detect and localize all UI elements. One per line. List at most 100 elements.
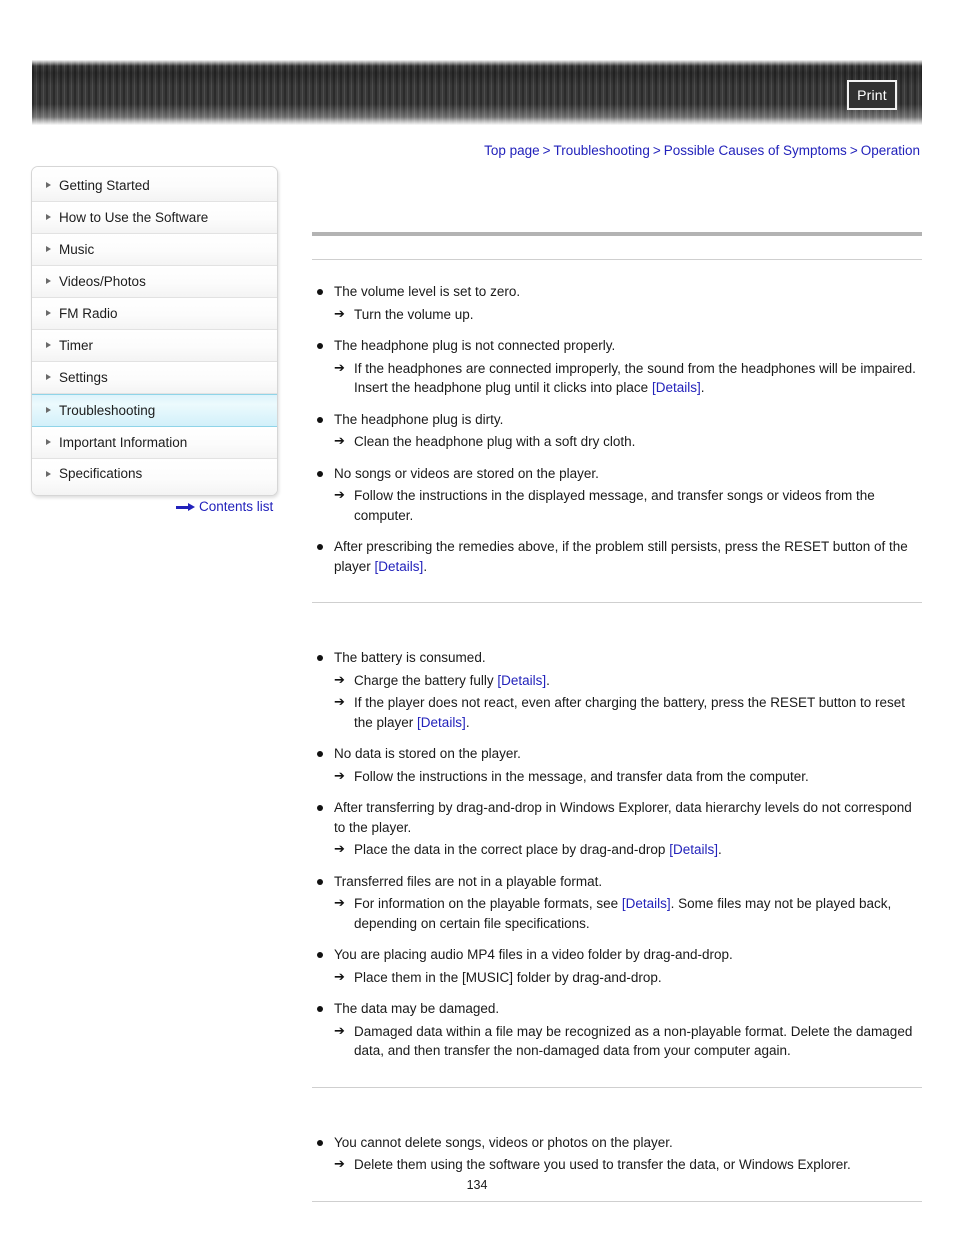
remedy-arrow-icon: ➔: [334, 842, 345, 857]
breadcrumb-separator: >: [849, 143, 858, 158]
cause-list: The volume level is set to zero. ➔ Turn th…: [312, 282, 922, 576]
bullet-dot-icon: [317, 470, 323, 477]
sidebar-item-troubleshooting[interactable]: Troubleshooting: [32, 394, 277, 427]
sidebar-item-label: Settings: [59, 370, 108, 385]
main-content: The volume level is set to zero. ➔ Turn th…: [312, 190, 922, 1202]
remedy-list: ➔ Damaged data within a file may be recog…: [334, 1022, 922, 1061]
remedy-text: Charge the battery fully [Details].: [354, 673, 550, 688]
section-title: [312, 603, 922, 626]
text-run: .: [465, 714, 470, 730]
remedy-item: ➔ Follow the instructions in the displaye…: [334, 486, 922, 525]
text-run: Charge the battery fully: [354, 672, 498, 688]
triangle-bullet-icon: [46, 439, 51, 445]
remedy-list: ➔ Follow the instructions in the message,…: [334, 767, 922, 787]
remedy-list: ➔ Charge the battery fully [Details]. ➔ If …: [334, 671, 922, 733]
triangle-bullet-icon: [46, 182, 51, 188]
remedy-item: ➔ For information on the playable formats…: [334, 894, 922, 933]
sidebar-item-settings[interactable]: Settings: [32, 362, 277, 394]
sidebar-item-timer[interactable]: Timer: [32, 330, 277, 362]
cause-item: No data is stored on the player. ➔ Follow …: [312, 744, 922, 786]
remedy-arrow-icon: ➔: [334, 896, 345, 911]
sidebar-item-getting-started[interactable]: Getting Started: [32, 167, 277, 202]
bullet-dot-icon: [317, 289, 323, 295]
sidebar-navigation: Getting Started How to Use the Software Mu…: [31, 166, 278, 496]
remedy-text: Clean the headphone plug with a soft dry…: [354, 434, 635, 449]
bullet-dot-icon: [317, 878, 323, 885]
cause-text: The headphone plug is not connected prop…: [334, 338, 616, 353]
details-link[interactable]: [Details]: [375, 559, 424, 574]
section-separator-rule: [312, 1200, 922, 1202]
cause-text: No data is stored on the player.: [334, 746, 521, 761]
breadcrumb-item-3[interactable]: Possible Causes of Symptoms: [664, 143, 847, 158]
details-link[interactable]: [Details]: [417, 715, 466, 730]
remedy-text: For information on the playable formats,…: [354, 896, 891, 931]
right-arrow-icon: [176, 503, 195, 512]
cause-text: No songs or videos are stored on the pla…: [334, 465, 599, 481]
remedy-list: ➔ Turn the volume up.: [334, 305, 922, 325]
cause-text: After transferring by drag-and-drop in W…: [334, 800, 912, 835]
remedy-arrow-icon: ➔: [334, 306, 345, 322]
remedy-list: ➔ If the headphones are connected imprope…: [334, 359, 922, 398]
header-banner: Print: [32, 60, 922, 125]
remedy-text: Place the data in the correct place by d…: [354, 842, 722, 857]
sidebar-item-specifications[interactable]: Specifications: [32, 459, 277, 495]
remedy-item: ➔ If the headphones are connected imprope…: [334, 359, 922, 398]
triangle-bullet-icon: [46, 471, 51, 477]
sidebar-item-fm-radio[interactable]: FM Radio: [32, 298, 277, 330]
bullet-dot-icon: [317, 751, 323, 757]
bullet-dot-icon: [317, 805, 323, 811]
details-link[interactable]: [Details]: [497, 673, 546, 688]
sidebar-item-label: Music: [59, 242, 95, 257]
bullet-dot-icon: [317, 544, 323, 550]
cause-item: The data may be damaged. ➔ Damaged data wi…: [312, 999, 922, 1061]
remedy-arrow-icon: ➔: [334, 768, 345, 784]
text-run: .: [423, 558, 428, 574]
cause-item: The volume level is set to zero. ➔ Turn th…: [312, 282, 922, 324]
breadcrumb-item-4[interactable]: Operation: [861, 143, 920, 158]
remedy-text: If the headphones are connected improper…: [354, 361, 916, 396]
triangle-bullet-icon: [46, 278, 51, 284]
text-run: Follow the instructions in the displayed…: [354, 488, 875, 523]
print-button[interactable]: Print: [847, 80, 897, 110]
text-run: Place them in the [MUSIC] folder by drag…: [354, 969, 662, 985]
page-number: 134: [466, 1178, 488, 1192]
remedy-arrow-icon: ➔: [334, 434, 345, 449]
cause-item: The headphone plug is not connected prop…: [312, 336, 922, 398]
text-run: Follow the instructions in the message, …: [354, 768, 809, 784]
sidebar-item-important-information[interactable]: Important Information: [32, 427, 277, 459]
triangle-bullet-icon: [46, 374, 51, 380]
details-link[interactable]: [Details]: [622, 896, 671, 911]
breadcrumb-item-2[interactable]: Troubleshooting: [554, 143, 650, 158]
text-run: .: [717, 842, 722, 857]
remedy-item: ➔ Delete them using the software you used…: [334, 1155, 922, 1175]
remedy-text: Damaged data within a file may be recogn…: [354, 1024, 912, 1059]
sidebar-item-label: Timer: [59, 338, 93, 353]
remedy-item: ➔ Damaged data within a file may be recog…: [334, 1022, 922, 1061]
cause-text: The volume level is set to zero.: [334, 284, 521, 299]
remedy-item: ➔ Clean the headphone plug with a soft dr…: [334, 432, 922, 452]
remedy-list: ➔ Place the data in the correct place by …: [334, 840, 922, 860]
text-run: Delete them using the software you used …: [354, 1157, 851, 1172]
breadcrumb-separator: >: [542, 143, 551, 158]
remedy-arrow-icon: ➔: [334, 1157, 345, 1172]
text-run: Turn the volume up.: [354, 306, 474, 322]
section-title: [312, 1088, 922, 1111]
contents-list-link[interactable]: Contents list: [176, 499, 273, 514]
breadcrumb-item-1[interactable]: Top page: [484, 143, 540, 158]
details-link[interactable]: [Details]: [652, 380, 701, 395]
sidebar-item-videos-photos[interactable]: Videos/Photos: [32, 266, 277, 298]
cause-item: Transferred files are not in a playable …: [312, 872, 922, 934]
cause-item: After prescribing the remedies above, if…: [312, 537, 922, 576]
sidebar-item-label: How to Use the Software: [59, 210, 209, 225]
remedy-list: ➔ For information on the playable formats…: [334, 894, 922, 933]
details-link[interactable]: [Details]: [669, 842, 718, 857]
text-run: Damaged data within a file may be recogn…: [354, 1023, 913, 1059]
bullet-dot-icon: [317, 343, 323, 349]
sidebar-item-label: Troubleshooting: [59, 403, 156, 418]
cause-text: After prescribing the remedies above, if…: [334, 539, 908, 574]
bullet-dot-icon: [317, 655, 323, 661]
sidebar-item-how-to-use-the-software[interactable]: How to Use the Software: [32, 202, 277, 234]
sidebar-item-music[interactable]: Music: [32, 234, 277, 266]
remedy-text: If the player does not react, even after…: [354, 695, 905, 730]
